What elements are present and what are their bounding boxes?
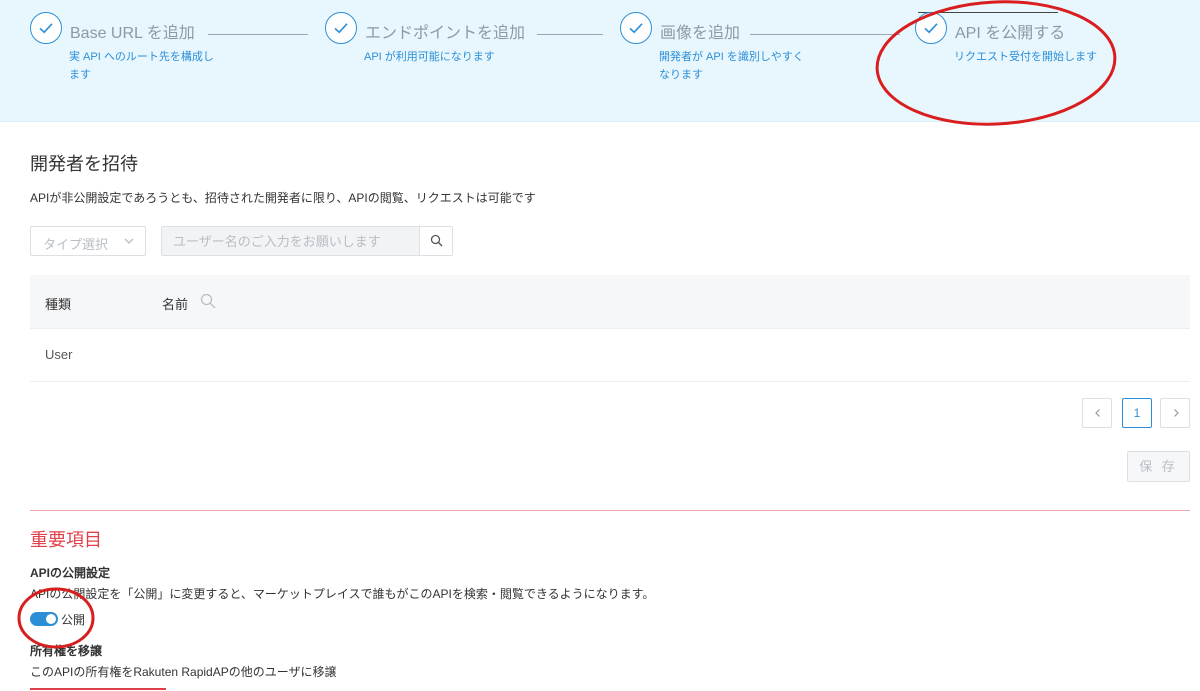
step-description: 開発者が API を識別しやすくなります — [659, 51, 804, 81]
step-title: Base URL を追加 — [70, 25, 195, 42]
check-icon — [915, 12, 947, 44]
step-description: リクエスト受付を開始します — [954, 51, 1097, 63]
search-icon — [430, 234, 443, 247]
transfer-title: 所有権を移譲 — [30, 644, 103, 658]
invite-section-description: APIが非公開設定であろうとも、招待された開発者に限り、APIの閲覧、リクエスト… — [30, 191, 536, 205]
visibility-title: APIの公開設定 — [30, 566, 111, 580]
visibility-toggle-label: 公開 — [61, 613, 86, 627]
table-header: 種類 名前 — [30, 275, 1190, 329]
pagination-page-button[interactable]: 1 — [1122, 398, 1152, 428]
step-connector — [750, 34, 900, 35]
save-button[interactable]: 保 存 — [1127, 451, 1190, 482]
row-type: User — [45, 347, 73, 362]
step-description: API が利用可能になります — [364, 51, 495, 63]
transfer-button-edge — [30, 688, 166, 690]
check-icon — [325, 12, 357, 44]
chevron-down-icon — [123, 235, 135, 250]
section-divider — [30, 510, 1190, 511]
user-search-input[interactable] — [162, 227, 420, 255]
check-icon — [30, 12, 62, 44]
toggle-knob — [46, 614, 56, 624]
column-search-icon[interactable] — [200, 293, 216, 314]
stepper-top-accent — [918, 12, 1058, 13]
progress-stepper: Base URL を追加 実 API へのルート先を構成します エンドポイントを… — [0, 0, 1200, 122]
step-title: 画像を追加 — [660, 25, 741, 42]
visibility-description: APIの公開設定を「公開」に変更すると、マーケットプレイスで誰もがこのAPIを検… — [30, 587, 655, 601]
table-row[interactable]: User — [30, 329, 1190, 382]
invite-table: 種類 名前 User — [30, 275, 1190, 382]
transfer-description: このAPIの所有権をRakuten RapidAPの他のユーザに移譲 — [30, 665, 337, 679]
step-description: 実 API へのルート先を構成します — [69, 51, 214, 81]
invite-section-title: 開発者を招待 — [30, 154, 138, 174]
step-connector — [537, 34, 603, 35]
visibility-toggle[interactable] — [30, 612, 58, 626]
type-select[interactable]: タイプ選択 — [30, 226, 146, 256]
important-section-title: 重要項目 — [30, 530, 102, 550]
type-select-value: タイプ選択 — [43, 237, 109, 252]
step-connector — [208, 34, 308, 35]
column-header-name: 名前 — [162, 297, 189, 312]
pagination-next-button[interactable] — [1160, 398, 1190, 428]
chevron-right-icon — [1174, 409, 1179, 417]
pagination-prev-button[interactable] — [1082, 398, 1112, 428]
chevron-left-icon — [1095, 409, 1100, 417]
check-icon — [620, 12, 652, 44]
user-search — [161, 226, 453, 256]
step-title: エンドポイントを追加 — [365, 25, 526, 42]
step-title: API を公開する — [955, 25, 1066, 42]
search-button[interactable] — [419, 227, 452, 255]
column-header-type: 種類 — [45, 297, 72, 312]
